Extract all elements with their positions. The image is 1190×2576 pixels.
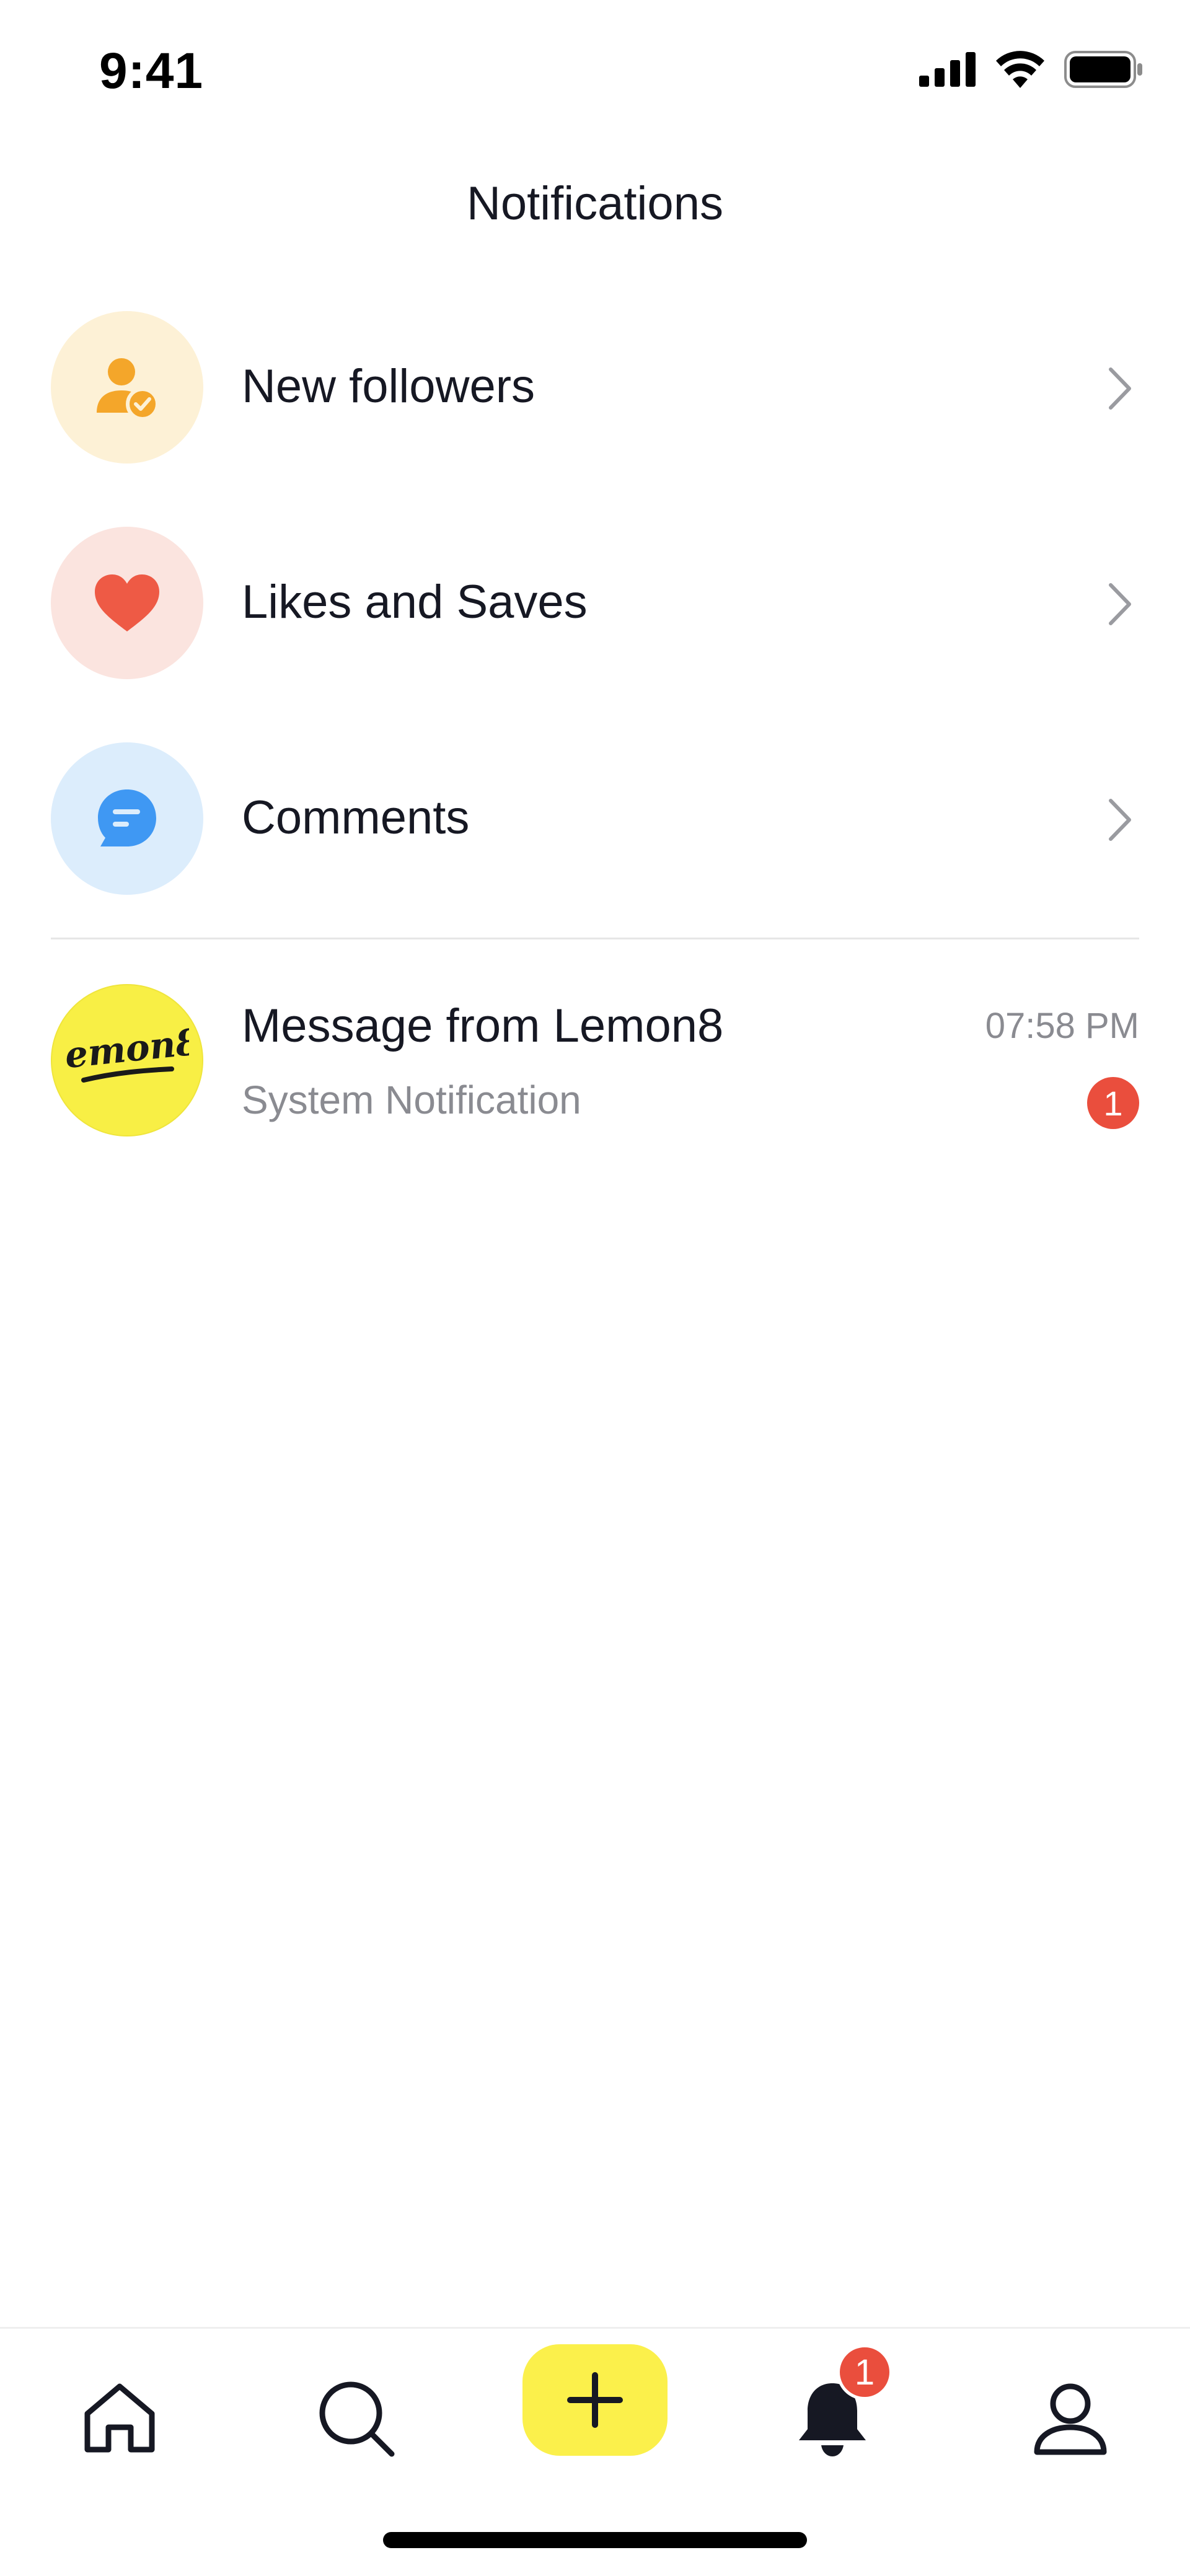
chevron-right-icon bbox=[1109, 799, 1131, 841]
status-icons bbox=[919, 51, 1144, 88]
lemon8-logo: lemon8 bbox=[65, 1023, 189, 1083]
nav-search[interactable] bbox=[304, 2366, 409, 2471]
plus-icon bbox=[567, 2372, 623, 2428]
page-title: Notifications bbox=[467, 177, 723, 230]
status-time: 9:41 bbox=[99, 43, 204, 99]
unread-badge: 1 bbox=[1087, 1077, 1139, 1129]
message-title: Message from Lemon8 bbox=[242, 1000, 724, 1052]
bottom-nav: 1 bbox=[0, 2327, 1190, 2576]
category-comments[interactable]: Comments bbox=[0, 742, 1190, 897]
notifications-screen: 9:41 Notifications New followers Likes a… bbox=[0, 0, 1190, 2576]
category-new-followers[interactable]: New followers bbox=[0, 311, 1190, 466]
nav-profile[interactable] bbox=[1018, 2366, 1123, 2471]
heart-icon bbox=[95, 574, 159, 631]
message-time: 07:58 PM bbox=[985, 1006, 1139, 1046]
home-indicator[interactable] bbox=[383, 2532, 807, 2548]
person-check-icon bbox=[97, 358, 159, 421]
message-row-lemon8[interactable]: lemon8 Message from Lemon8 System Notifi… bbox=[0, 984, 1190, 1139]
category-label: Likes and Saves bbox=[242, 576, 588, 628]
home-icon bbox=[84, 2383, 155, 2453]
section-divider bbox=[51, 938, 1139, 939]
wifi-icon bbox=[996, 51, 1044, 88]
notifications-badge: 1 bbox=[837, 2344, 892, 2400]
search-icon bbox=[319, 2381, 395, 2457]
create-button[interactable] bbox=[522, 2344, 668, 2456]
comment-bubble-icon bbox=[98, 789, 156, 846]
category-likes-and-saves[interactable]: Likes and Saves bbox=[0, 527, 1190, 682]
category-label: New followers bbox=[242, 360, 536, 413]
status-bar: 9:41 bbox=[0, 0, 1190, 149]
battery-icon bbox=[1064, 51, 1142, 88]
lemon8-avatar: lemon8 bbox=[51, 984, 203, 1136]
message-subtitle: System Notification bbox=[242, 1078, 581, 1122]
comments-icon-circle bbox=[51, 742, 203, 895]
likes-icon-circle bbox=[51, 527, 203, 679]
profile-icon bbox=[1034, 2383, 1107, 2455]
cellular-signal-icon bbox=[919, 52, 976, 87]
category-label: Comments bbox=[242, 791, 470, 844]
chevron-right-icon bbox=[1109, 583, 1131, 625]
chevron-right-icon bbox=[1109, 367, 1131, 410]
nav-home[interactable] bbox=[67, 2366, 172, 2471]
new-followers-icon-circle bbox=[51, 311, 203, 464]
